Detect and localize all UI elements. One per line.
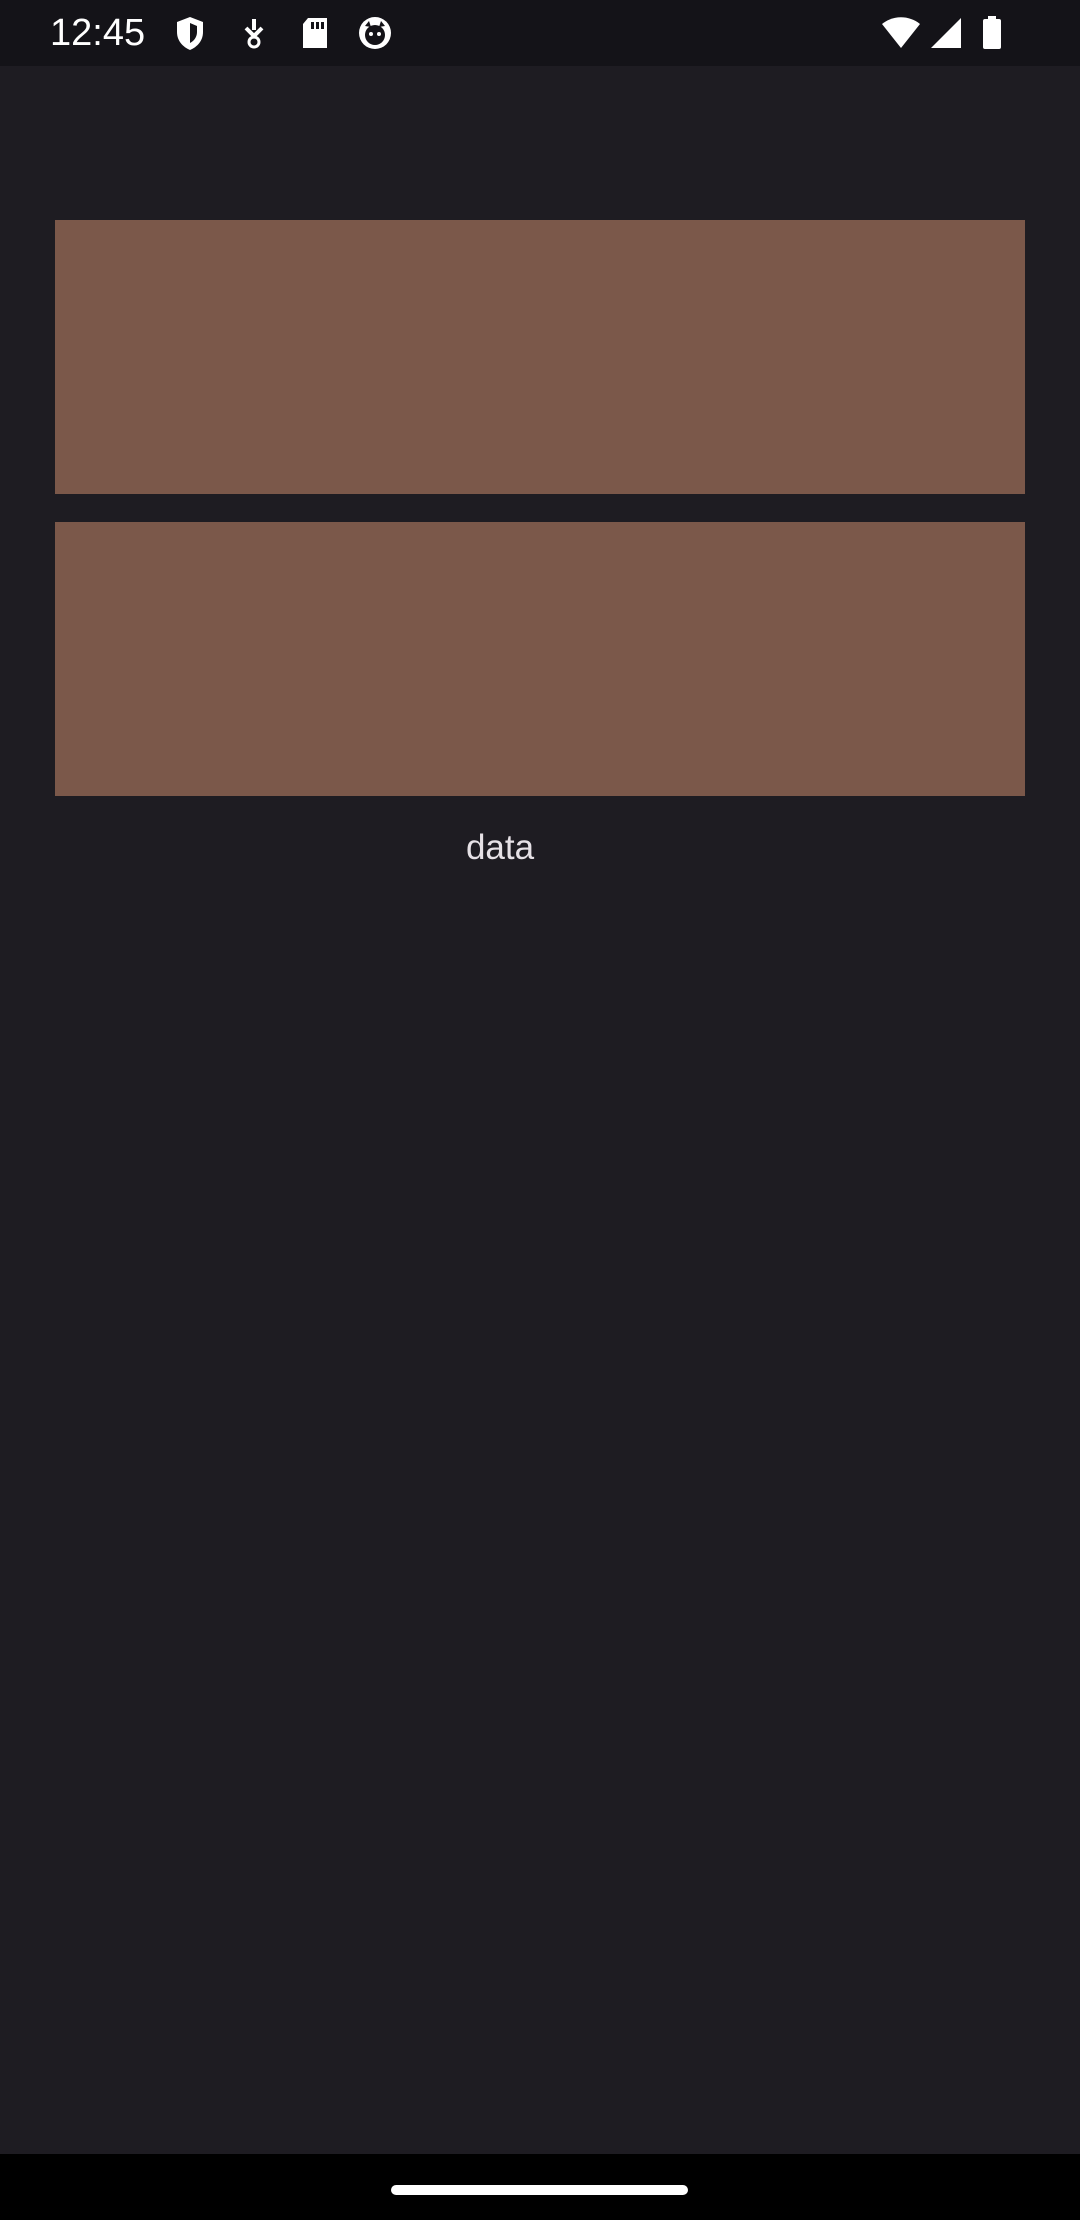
download-icon xyxy=(244,19,264,49)
battery-icon xyxy=(983,16,1001,49)
cellular-signal-icon xyxy=(931,18,961,48)
data-label: data xyxy=(465,828,535,867)
cat-face-icon xyxy=(359,17,391,49)
main-content: data xyxy=(0,66,1080,2154)
image-placeholder-bottom xyxy=(55,522,1025,796)
wifi-icon xyxy=(882,17,920,48)
status-time: 12:45 xyxy=(50,12,146,54)
navigation-bar xyxy=(0,2154,1080,2220)
image-placeholder-top xyxy=(55,220,1025,494)
status-bar: 12:45 xyxy=(0,0,1080,66)
shield-icon xyxy=(177,17,203,50)
sd-card-icon xyxy=(303,18,327,48)
home-gesture-handle[interactable] xyxy=(391,2185,688,2195)
